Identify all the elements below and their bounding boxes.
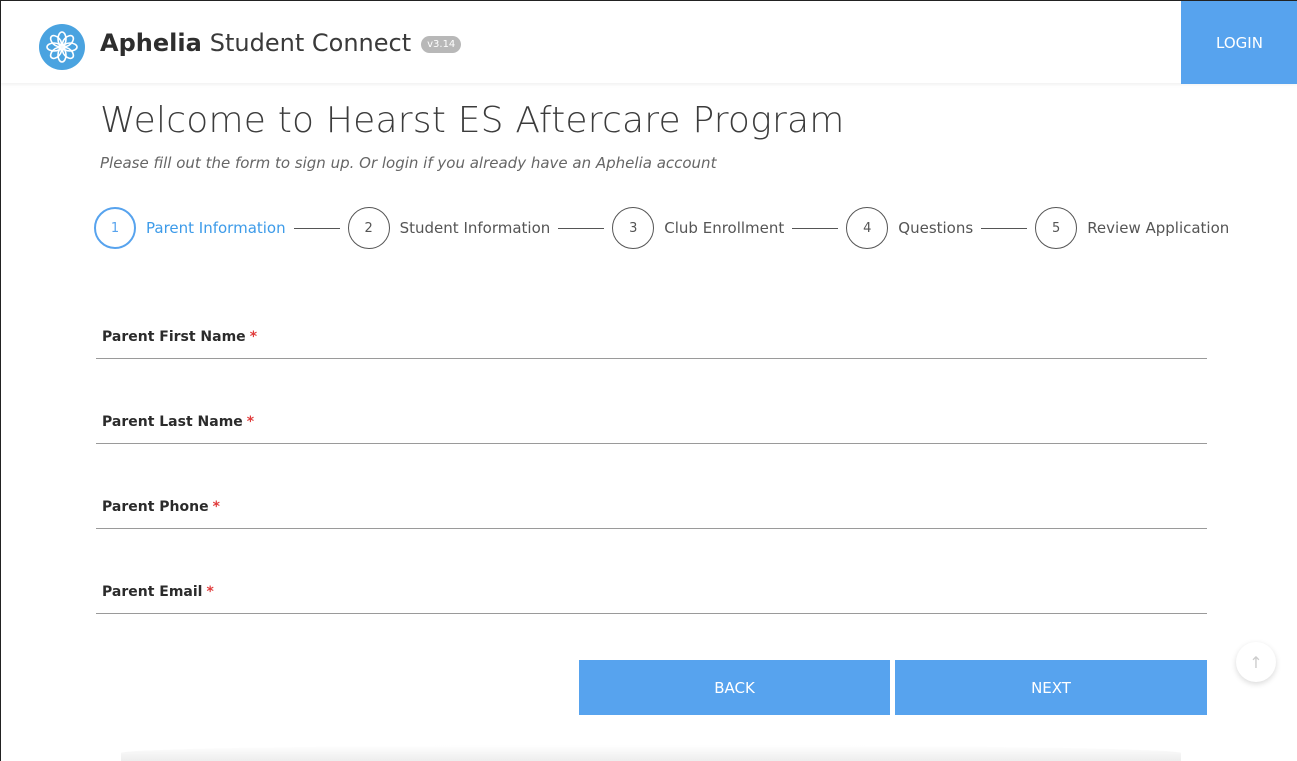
step-number: 2 — [347, 207, 390, 249]
step-label: Questions — [898, 219, 974, 237]
next-button[interactable]: NEXT — [895, 660, 1207, 715]
parent-phone-input[interactable] — [96, 489, 1207, 528]
card-shadow — [121, 745, 1181, 761]
parent-first-name-input[interactable] — [96, 319, 1207, 358]
scroll-to-top-button[interactable]: ↑ — [1236, 642, 1276, 682]
top-bar: Aphelia Student Connect v3.14 LOGIN — [1, 0, 1297, 84]
parent-last-name-field[interactable]: Parent Last Name * — [96, 404, 1207, 444]
step-student-information[interactable]: 2 Student Information — [347, 207, 551, 249]
step-connector — [293, 227, 340, 229]
login-button[interactable]: LOGIN — [1181, 1, 1297, 84]
step-questions[interactable]: 4 Questions — [846, 207, 973, 249]
step-connector — [981, 227, 1028, 229]
step-connector — [558, 227, 605, 229]
step-club-enrollment[interactable]: 3 Club Enrollment — [612, 207, 784, 249]
page-title: Welcome to Hearst ES Aftercare Program — [100, 100, 845, 141]
step-label: Student Information — [399, 219, 551, 237]
step-number: 4 — [846, 207, 889, 249]
step-number: 1 — [94, 207, 136, 249]
page-subtitle: Please fill out the form to sign up. Or … — [100, 154, 717, 172]
step-label: Review Application — [1087, 219, 1230, 237]
step-number: 3 — [612, 207, 655, 249]
brand-product: Student Connect — [209, 29, 412, 57]
step-review-application[interactable]: 5 Review Application — [1035, 207, 1229, 249]
version-badge: v3.14 — [421, 35, 462, 53]
parent-email-input[interactable] — [96, 574, 1207, 613]
parent-phone-field[interactable]: Parent Phone * — [96, 489, 1207, 529]
step-label: Club Enrollment — [664, 219, 785, 237]
parent-email-field[interactable]: Parent Email * — [96, 574, 1207, 614]
brand-title: Aphelia Student Connect v3.14 — [100, 29, 462, 57]
step-number: 5 — [1035, 207, 1078, 249]
step-label: Parent Information — [146, 219, 286, 237]
flower-icon — [46, 31, 78, 63]
signup-stepper: 1 Parent Information 2 Student Informati… — [94, 206, 1229, 250]
step-parent-information[interactable]: 1 Parent Information — [94, 207, 286, 249]
brand-name: Aphelia — [100, 29, 202, 57]
step-connector — [792, 227, 839, 229]
parent-first-name-field[interactable]: Parent First Name * — [96, 319, 1207, 359]
parent-last-name-input[interactable] — [96, 404, 1207, 443]
arrow-up-icon: ↑ — [1249, 652, 1263, 672]
back-button[interactable]: BACK — [579, 660, 890, 715]
aphelia-logo-icon[interactable] — [39, 24, 85, 70]
